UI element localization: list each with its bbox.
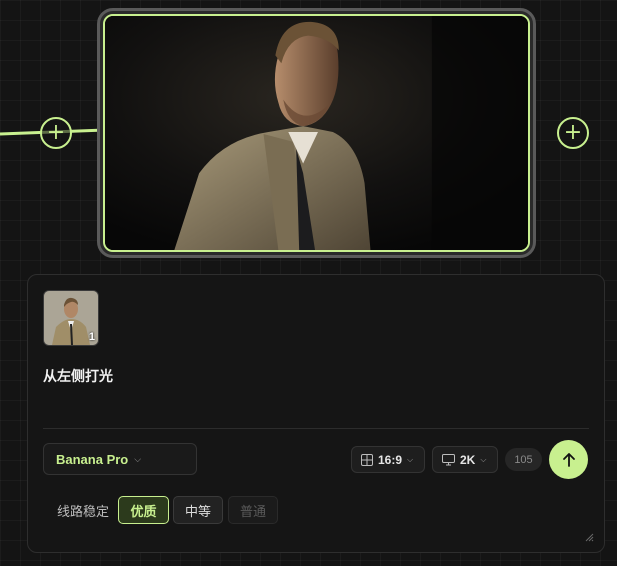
image-node[interactable] — [97, 8, 536, 258]
add-output-node-button[interactable]: + — [557, 117, 589, 149]
line-label: 线路稳定 — [57, 505, 110, 520]
aspect-ratio-label: 16:9 — [378, 452, 403, 467]
line-option-standard[interactable]: 普通 — [228, 496, 278, 524]
generated-image — [103, 14, 530, 252]
add-input-node-button[interactable]: + — [40, 117, 72, 149]
resize-handle-icon[interactable] — [584, 532, 594, 542]
divider — [43, 428, 589, 429]
chevron-down-icon: ⌵ — [480, 454, 487, 464]
arrow-up-icon — [562, 452, 575, 467]
model-label: Banana Pro — [56, 451, 129, 467]
prompt-panel: 1 从左侧打光 Banana Pro ⌵ 16:9 ⌵ 2K ⌵ 105 线路稳… — [27, 274, 605, 553]
plus-icon: + — [563, 120, 583, 145]
reference-image-thumbnail[interactable]: 1 — [43, 290, 99, 346]
aspect-ratio-select[interactable]: 16:9 ⌵ — [351, 446, 425, 473]
line-option-medium[interactable]: 中等 — [173, 496, 223, 524]
chevron-down-icon: ⌵ — [407, 454, 414, 464]
monitor-icon — [442, 453, 455, 465]
chevron-down-icon: ⌵ — [134, 453, 142, 464]
model-select[interactable]: Banana Pro ⌵ — [43, 443, 197, 475]
resolution-label: 2K — [460, 452, 476, 467]
credits-badge: 105 — [505, 448, 542, 471]
send-button[interactable] — [549, 440, 588, 479]
grid-icon — [361, 453, 373, 466]
resolution-select[interactable]: 2K ⌵ — [432, 446, 498, 473]
reference-count-badge: 1 — [88, 331, 95, 343]
portrait-image — [105, 16, 528, 250]
prompt-input[interactable]: 从左侧打光 — [43, 366, 113, 386]
canvas: + + 1 从左侧打光 Banana Pro ⌵ 16:9 ⌵ 2K ⌵ 105… — [0, 0, 617, 566]
plus-icon: + — [46, 120, 66, 145]
line-option-premium[interactable]: 优质 — [118, 496, 169, 524]
